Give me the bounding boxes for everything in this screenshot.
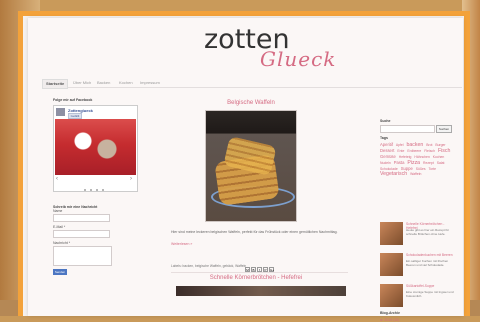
- tag-link[interactable]: Burger: [435, 143, 445, 147]
- tags-label: Tags: [380, 136, 388, 140]
- facebook-header: Zottenglueck Gefällt mir: [54, 106, 137, 122]
- tag-link[interactable]: backen: [407, 142, 424, 148]
- tag-link[interactable]: Salat: [437, 161, 445, 165]
- facebook-avatar: [56, 108, 65, 116]
- chevron-right-icon[interactable]: ›: [130, 176, 136, 182]
- web-page: zotten Glueck Startseite Über Mich Backe…: [28, 18, 463, 322]
- popular-post[interactable]: Schnelle Körnerbrötchen - Hefefrei Heute…: [380, 222, 455, 253]
- archive-label: Blog-Archiv: [380, 311, 400, 315]
- tag-link[interactable]: Nudeln: [380, 161, 391, 165]
- navigation-tabs: Startseite Über Mich Backen Kochen Impre…: [42, 79, 462, 89]
- tag-cloud: Aperitif Apfel backen Brot Burger Desser…: [380, 142, 454, 212]
- tag-link[interactable]: Hefeteig: [399, 155, 412, 159]
- share-buttons: M Bf P G+: [245, 258, 275, 272]
- facebook-image[interactable]: [55, 119, 136, 175]
- tag-link[interactable]: Fleisch: [424, 149, 435, 153]
- tag-link[interactable]: Aperitif: [380, 142, 393, 147]
- tag-link[interactable]: Dessert: [380, 148, 394, 153]
- tab-startseite[interactable]: Startseite: [42, 79, 69, 89]
- popular-post-thumbnail[interactable]: [380, 253, 403, 276]
- popular-post[interactable]: Schokoladenkuchen mit Beeren Ein saftige…: [380, 253, 455, 284]
- tab-ueber-mich[interactable]: Über Mich: [70, 79, 94, 87]
- carousel-dot[interactable]: [90, 189, 92, 191]
- tag-link[interactable]: Apfel: [396, 143, 404, 147]
- post-divider: [171, 272, 348, 273]
- search-input[interactable]: [380, 125, 435, 133]
- right-sidebar: Suche Suchen Tags Aperitif Apfel backen …: [380, 119, 454, 322]
- post-summary: Hier sind meine leckeren belgischen Waff…: [171, 230, 338, 234]
- post-title[interactable]: Belgische Waffeln: [171, 100, 331, 106]
- popular-posts: Schnelle Körnerbrötchen - Hefefrei Heute…: [380, 222, 455, 315]
- message-field[interactable]: [53, 246, 112, 266]
- post-image[interactable]: [176, 286, 346, 296]
- facebook-widget-label: Folge mir auf Facebook: [53, 98, 93, 102]
- tag-link[interactable]: Kuchen: [433, 155, 445, 159]
- post-labels[interactable]: Labels: backen, belgische Waffeln, gebäc…: [171, 264, 246, 268]
- tag-link[interactable]: Ente: [397, 149, 404, 153]
- email-label: E-Mail *: [53, 225, 66, 229]
- send-button[interactable]: Senden: [53, 269, 67, 275]
- carousel-dots: [82, 178, 122, 191]
- tag-link[interactable]: Gemüse: [380, 154, 396, 159]
- name-label: Name: [53, 209, 63, 213]
- message-label: Nachricht *: [53, 241, 71, 245]
- tag-link[interactable]: Rezept: [423, 161, 434, 165]
- tag-link[interactable]: Erdbeere: [407, 149, 421, 153]
- tag-link[interactable]: Süßes: [416, 167, 426, 171]
- chevron-left-icon[interactable]: ‹: [56, 176, 62, 182]
- tag-link[interactable]: Brot: [426, 143, 432, 147]
- tag-link[interactable]: Pasta: [394, 160, 405, 165]
- popular-post-title[interactable]: Süßkartoffel-Suppe: [406, 284, 454, 288]
- tag-link[interactable]: Hähnchen: [414, 155, 429, 159]
- popular-post-text: Ein saftiger Kuchen mit frischen Beeren …: [406, 259, 449, 267]
- tab-impressum[interactable]: Impressum: [137, 79, 163, 87]
- email-field[interactable]: [53, 230, 110, 238]
- popular-post-text: Heute gibt es hier ein Rezept für schnel…: [406, 228, 450, 236]
- carousel-dot[interactable]: [96, 189, 98, 191]
- name-field[interactable]: [53, 214, 110, 222]
- facebook-widget[interactable]: Zottenglueck Gefällt mir ‹ ›: [53, 105, 138, 192]
- tab-backen[interactable]: Backen: [94, 79, 113, 87]
- tag-link[interactable]: Torte: [428, 167, 436, 171]
- post-image[interactable]: [205, 110, 297, 222]
- tag-link[interactable]: Waffeln: [410, 172, 421, 176]
- contact-form: Schreib mir eine Nachricht Name E-Mail *…: [53, 205, 153, 275]
- popular-post-thumbnail[interactable]: [380, 284, 403, 307]
- popular-post-thumbnail[interactable]: [380, 222, 403, 245]
- tab-kochen[interactable]: Kochen: [116, 79, 136, 87]
- search-label: Suche: [380, 119, 391, 123]
- tag-link[interactable]: Fisch: [438, 148, 450, 154]
- logo-script-text: Glueck: [260, 47, 337, 71]
- carousel-dot[interactable]: [84, 189, 86, 191]
- archive-item[interactable]: ► 2019 (10): [380, 318, 399, 322]
- site-logo[interactable]: zotten Glueck: [204, 24, 335, 84]
- popular-post-title[interactable]: Schokoladenkuchen mit Beeren: [406, 253, 454, 257]
- popular-post-text: Eine cremige Suppe mit Ingwer und Kokosm…: [406, 290, 454, 298]
- read-more-link[interactable]: Weiterlesen »: [171, 242, 192, 246]
- post-title[interactable]: Schnelle Körnerbrötchen - Hefefrei: [171, 275, 341, 281]
- carousel-dot[interactable]: [102, 189, 104, 191]
- search-button[interactable]: Suchen: [436, 125, 452, 133]
- tag-link[interactable]: Vegetarisch: [380, 171, 407, 177]
